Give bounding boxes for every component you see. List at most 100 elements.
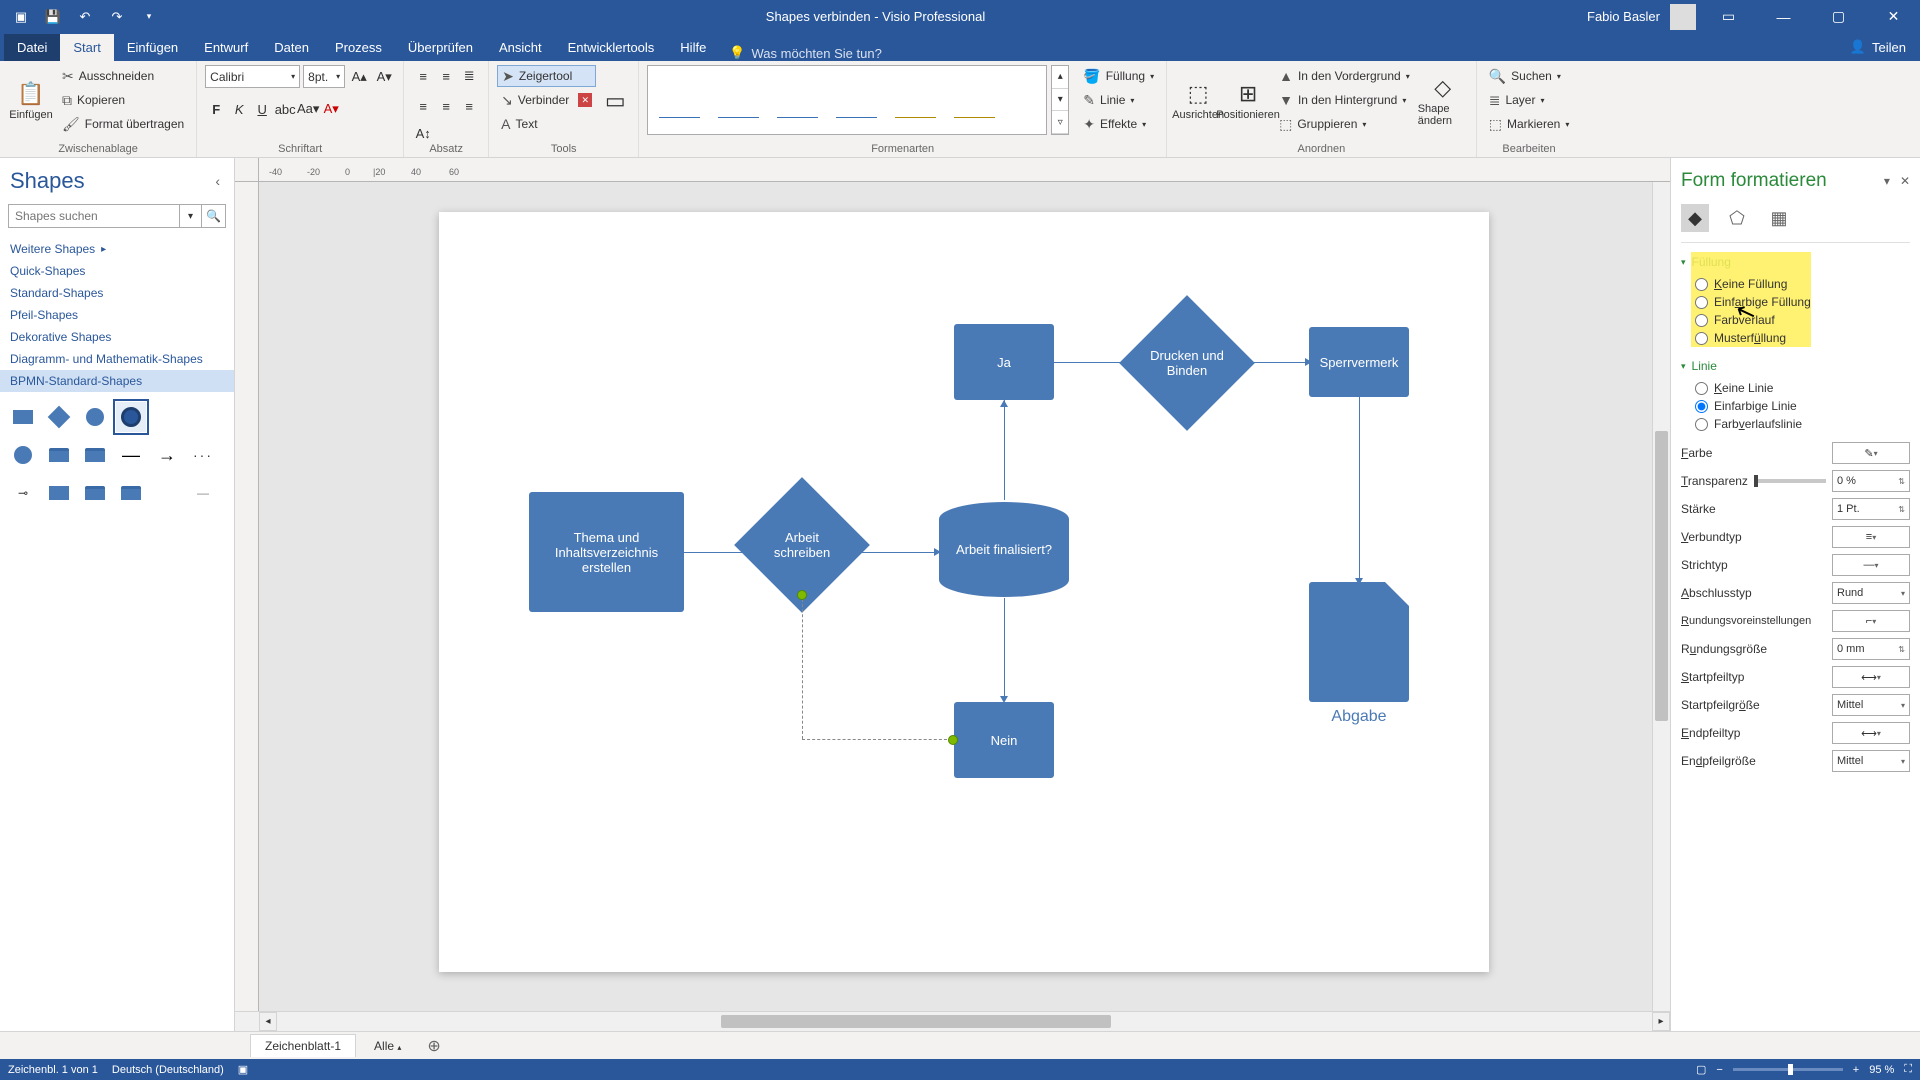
undo-icon[interactable]: ↶ [70,3,100,31]
connector[interactable] [1004,598,1005,698]
vertical-scrollbar[interactable] [1652,182,1670,1011]
cap-type-select[interactable]: Rund▾ [1832,582,1910,604]
ausrichten-button[interactable]: ⬚Ausrichten [1175,65,1221,137]
gallery-scroll[interactable]: ▴▾▿ [1051,65,1069,135]
bullets-button[interactable]: ≣ [458,65,480,87]
shape-rect[interactable] [8,402,38,432]
shape-doc3[interactable] [116,478,146,508]
stencil-standard[interactable]: Standard-Shapes [0,282,234,304]
rectangle-tool-button[interactable]: ▭ [600,65,630,137]
add-sheet-button[interactable]: ⊕ [419,1036,448,1056]
shrink-font-button[interactable]: A▾ [373,66,395,88]
line-button[interactable]: ✎Linie▾ [1079,89,1158,111]
shape-diamond[interactable] [44,402,74,432]
layer-button[interactable]: ≣Layer▾ [1485,89,1574,111]
font-size-combo[interactable]: 8pt.▾ [303,65,345,88]
dash-type-button[interactable]: —▾ [1832,554,1910,576]
shape-drucken[interactable]: Drucken und Binden [1119,295,1255,431]
underline-button[interactable]: U [251,98,273,120]
tab-ansicht[interactable]: Ansicht [486,34,555,61]
fill-none-radio[interactable]: Keine Füllung [1695,277,1910,291]
shape-ja[interactable]: Ja [954,324,1054,400]
shape-line2[interactable]: — [188,478,218,508]
style-thumb[interactable] [652,71,707,129]
shape-abgabe-doc[interactable] [1309,582,1409,702]
style-thumb[interactable] [947,71,1002,129]
pane-close-icon[interactable]: ✕ [1900,174,1910,188]
maximize-button[interactable]: ▢ [1816,0,1861,33]
connector[interactable] [1237,362,1307,363]
line-solid-radio[interactable]: Einfarbige Linie [1695,399,1910,413]
tab-entwicklertools[interactable]: Entwicklertools [555,34,668,61]
fill-solid-radio[interactable]: Einfarbige Füllung [1695,295,1910,309]
shapes-search-input[interactable] [9,205,179,227]
align-middle-button[interactable]: ≡ [435,65,457,87]
tab-ueberpruefen[interactable]: Überprüfen [395,34,486,61]
shape-event[interactable] [116,402,146,432]
zoom-level[interactable]: 95 % [1869,1064,1894,1076]
sheet-tab-all[interactable]: Alle ▴ [360,1035,415,1057]
end-arrow-type-button[interactable]: ⟷▾ [1832,722,1910,744]
compound-type-button[interactable]: ≡▾ [1832,526,1910,548]
shape-empty2[interactable] [188,402,218,432]
end-arrow-size-select[interactable]: Mittel▾ [1832,750,1910,772]
ribbon-options-icon[interactable]: ▭ [1706,0,1751,33]
zeigertool-button[interactable]: ➤Zeigertool [497,65,596,87]
drawing-canvas[interactable]: Thema und Inhaltsverzeichnis erstellen A… [259,182,1652,1011]
effects-tab-icon[interactable]: ⬠ [1723,204,1751,232]
markieren-button[interactable]: ⬚Markieren▾ [1485,113,1574,135]
zoom-slider[interactable] [1733,1068,1843,1071]
collapse-shapes-icon[interactable]: ‹ [215,173,220,189]
verbinder-button[interactable]: ↘Verbinder✕ [497,89,596,111]
fill-line-tab-icon[interactable]: ◆ [1681,204,1709,232]
case-button[interactable]: Aa▾ [297,98,319,120]
shape-circle2[interactable] [8,440,38,470]
text-tool-button[interactable]: AText [497,113,596,135]
grow-font-button[interactable]: A▴ [348,66,370,88]
transparency-input[interactable]: 0 %⇅ [1832,470,1910,492]
shapes-search-icon[interactable]: 🔍 [201,205,225,227]
line-gradient-radio[interactable]: Farbverlaufslinie [1695,417,1910,431]
style-thumb[interactable] [770,71,825,129]
fit-page-icon[interactable]: ⛶ [1904,1063,1912,1076]
qat-customize-icon[interactable]: ▾ [134,3,164,31]
stencil-dekorative[interactable]: Dekorative Shapes [0,326,234,348]
stencil-pfeil[interactable]: Pfeil-Shapes [0,304,234,326]
shape-circle[interactable] [80,402,110,432]
shape-data[interactable] [44,440,74,470]
shape-empty1[interactable] [152,402,182,432]
tab-daten[interactable]: Daten [261,34,322,61]
rounding-size-input[interactable]: 0 mm⇅ [1832,638,1910,660]
language-status[interactable]: Deutsch (Deutschland) [112,1064,224,1076]
style-gallery[interactable] [647,65,1047,135]
cut-button[interactable]: ✂Ausschneiden [58,65,188,87]
close-tool-icon[interactable]: ✕ [578,93,592,107]
effects-button[interactable]: ✦Effekte▾ [1079,113,1158,135]
connector-dashed[interactable] [802,594,803,739]
stencil-quick[interactable]: Quick-Shapes [0,260,234,282]
positionieren-button[interactable]: ⊞Positionieren [1225,65,1271,137]
tab-start[interactable]: Start [60,34,113,61]
stencil-bpmn[interactable]: BPMN-Standard-Shapes [0,370,234,392]
scroll-right-icon[interactable]: ▸ [1652,1012,1670,1031]
suchen-button[interactable]: 🔍Suchen▾ [1485,65,1574,87]
minimize-button[interactable]: — [1761,0,1806,33]
paste-button[interactable]: 📋 Einfügen [8,65,54,137]
connector[interactable] [684,552,749,553]
vordergrund-button[interactable]: ▲In den Vordergrund▾ [1275,65,1414,87]
zoom-out-button[interactable]: − [1716,1064,1722,1076]
macro-record-icon[interactable]: ▣ [238,1063,248,1076]
presentation-mode-icon[interactable]: ▢ [1696,1063,1706,1076]
style-thumb[interactable] [829,71,884,129]
search-dropdown-icon[interactable]: ▾ [179,205,201,227]
style-thumb[interactable] [711,71,766,129]
connector-handle[interactable] [948,735,958,745]
save-icon[interactable]: 💾 [38,3,68,31]
align-top-button[interactable]: ≡ [412,65,434,87]
fill-gradient-radio[interactable]: Farbverlauf [1695,313,1910,327]
shape-arbeit-finalisiert[interactable]: Arbeit finalisiert? [939,502,1069,597]
pane-dropdown-icon[interactable]: ▾ [1884,174,1890,188]
format-painter-button[interactable]: 🖌Format übertragen [58,113,188,135]
tell-me[interactable]: 💡 Was möchten Sie tun? [719,45,892,61]
fill-button[interactable]: 🪣Füllung▾ [1079,65,1158,87]
